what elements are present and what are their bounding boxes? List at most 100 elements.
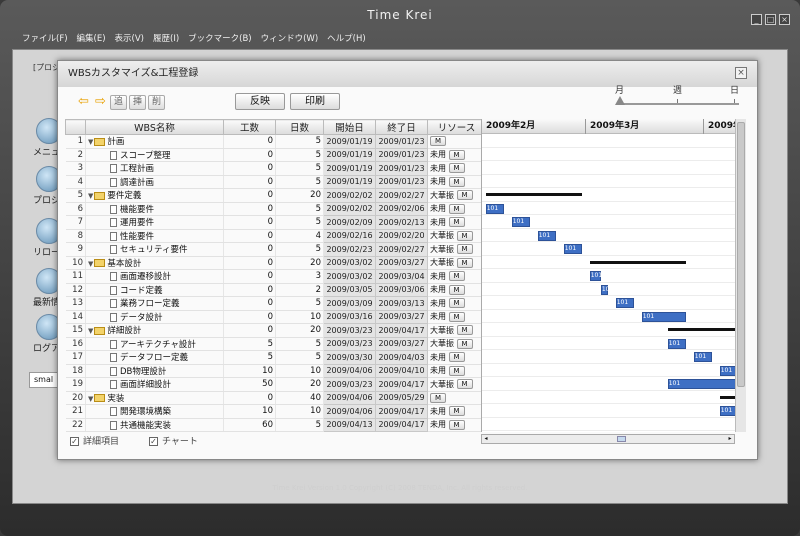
- end-date-cell[interactable]: 2009/03/04: [375, 269, 428, 284]
- gantt-summary-bar[interactable]: [667, 328, 735, 331]
- resource-button[interactable]: M: [456, 325, 473, 336]
- start-date-cell[interactable]: 2009/02/09: [323, 215, 376, 230]
- print-button[interactable]: 印刷: [290, 93, 340, 110]
- table-row[interactable]: 3 工程計画 0 5 2009/01/19 2009/01/23 未用 M: [65, 161, 486, 176]
- work-cell[interactable]: 60: [223, 418, 276, 432]
- resource-cell[interactable]: 未用 M: [427, 269, 486, 284]
- start-date-cell[interactable]: 2009/03/30: [323, 350, 376, 365]
- gantt-task-bar[interactable]: 101: [563, 244, 583, 254]
- table-row[interactable]: 15 ▼ 詳細設計 0 20 2009/03/23 2009/04/17 大華振 M: [65, 323, 486, 338]
- start-date-cell[interactable]: 2009/01/19: [323, 134, 376, 149]
- expand-icon[interactable]: ▼: [88, 260, 93, 268]
- work-cell[interactable]: 0: [223, 188, 276, 203]
- resource-cell[interactable]: 未用 M: [427, 215, 486, 230]
- horizontal-scrollbar[interactable]: ◂ ▸: [481, 434, 735, 444]
- end-date-cell[interactable]: 2009/03/27: [375, 255, 428, 270]
- col-resource[interactable]: リソース: [427, 119, 486, 135]
- days-cell[interactable]: 5: [275, 418, 324, 432]
- end-date-cell[interactable]: 2009/02/27: [375, 188, 428, 203]
- wbs-name-cell[interactable]: 運用要件: [85, 215, 224, 230]
- days-cell[interactable]: 40: [275, 391, 324, 405]
- gantt-task-bar[interactable]: 101: [641, 311, 687, 322]
- table-row[interactable]: 22 共通機能実装 60 5 2009/04/13 2009/04/17 未用 M: [65, 417, 486, 432]
- days-cell[interactable]: 5: [275, 202, 324, 216]
- resource-button[interactable]: M: [448, 149, 465, 160]
- end-date-cell[interactable]: 2009/03/27: [375, 336, 428, 351]
- days-cell[interactable]: 5: [275, 148, 324, 162]
- resource-cell[interactable]: 大華振 M: [427, 337, 486, 351]
- menu-view[interactable]: 表示(V): [115, 31, 144, 48]
- gantt-task-bar[interactable]: 101: [667, 338, 687, 349]
- days-cell[interactable]: 20: [275, 256, 324, 270]
- col-days[interactable]: 日数: [275, 119, 324, 135]
- wbs-name-cell[interactable]: コード定義: [85, 283, 224, 297]
- resource-cell[interactable]: 未用 M: [427, 202, 486, 216]
- days-cell[interactable]: 20: [275, 188, 324, 203]
- days-cell[interactable]: 5: [275, 242, 324, 257]
- arrow-right-icon[interactable]: ⇨: [93, 95, 108, 109]
- table-row[interactable]: 21 開発環境構築 10 10 2009/04/06 2009/04/17 未用 M: [65, 404, 486, 419]
- work-cell[interactable]: 0: [223, 175, 276, 189]
- days-cell[interactable]: 2: [275, 283, 324, 297]
- table-row[interactable]: 4 調達計画 0 5 2009/01/19 2009/01/23 未用 M: [65, 174, 486, 189]
- end-date-cell[interactable]: 2009/01/23: [375, 134, 428, 149]
- start-date-cell[interactable]: 2009/04/06: [323, 404, 376, 419]
- wbs-name-cell[interactable]: 工程計画: [85, 161, 224, 176]
- days-cell[interactable]: 10: [275, 364, 324, 378]
- gantt-summary-bar[interactable]: [719, 395, 735, 399]
- wbs-name-cell[interactable]: 業務フロー定義: [85, 296, 224, 311]
- resource-cell[interactable]: 未用 M: [427, 404, 486, 419]
- table-row[interactable]: 1 ▼ 計画 0 5 2009/01/19 2009/01/23 M: [65, 134, 486, 149]
- detail-items-checkbox[interactable]: ✓ 詳細項目: [70, 434, 119, 447]
- resource-cell[interactable]: 大華振 M: [427, 323, 486, 338]
- expand-icon[interactable]: ▼: [88, 192, 93, 200]
- gantt-task-bar[interactable]: 101: [719, 365, 735, 376]
- work-cell[interactable]: 0: [223, 269, 276, 284]
- gantt-summary-bar[interactable]: [485, 193, 583, 196]
- resource-cell[interactable]: 大華振 M: [427, 242, 486, 257]
- delete-button[interactable]: 削: [148, 94, 166, 110]
- end-date-cell[interactable]: 2009/04/17: [375, 417, 428, 432]
- menu-history[interactable]: 履歴(I): [153, 31, 179, 48]
- end-date-cell[interactable]: 2009/02/20: [375, 228, 428, 243]
- table-row[interactable]: 7 運用要件 0 5 2009/02/09 2009/02/13 未用 M: [65, 215, 486, 230]
- start-date-cell[interactable]: 2009/02/23: [323, 242, 376, 257]
- resource-button[interactable]: M: [448, 311, 465, 322]
- resource-button[interactable]: M: [448, 163, 465, 174]
- days-cell[interactable]: 5: [275, 215, 324, 230]
- gantt-task-bar[interactable]: 101: [537, 230, 557, 241]
- table-row[interactable]: 5 ▼ 要件定義 0 20 2009/02/02 2009/02/27 大華振 M: [65, 188, 486, 203]
- table-row[interactable]: 16 アーキテクチャ設計 5 5 2009/03/23 2009/03/27 大華振 M: [65, 336, 486, 351]
- end-date-cell[interactable]: 2009/04/10: [375, 363, 428, 378]
- wbs-name-cell[interactable]: ▼ 基本設計: [85, 256, 224, 270]
- work-cell[interactable]: 0: [223, 391, 276, 405]
- table-row[interactable]: 2 スコープ整理 0 5 2009/01/19 2009/01/23 未用 M: [65, 147, 486, 162]
- days-cell[interactable]: 10: [275, 404, 324, 419]
- wbs-name-cell[interactable]: 画面詳細設計: [85, 377, 224, 392]
- days-cell[interactable]: 5: [275, 161, 324, 176]
- days-cell[interactable]: 5: [275, 350, 324, 365]
- resource-cell[interactable]: 未用 M: [427, 161, 486, 176]
- gantt-task-bar[interactable]: 101: [693, 352, 713, 362]
- work-cell[interactable]: 0: [223, 310, 276, 324]
- work-cell[interactable]: 5: [223, 350, 276, 365]
- end-date-cell[interactable]: 2009/05/29: [375, 390, 428, 405]
- gantt-task-bar[interactable]: 101: [511, 217, 531, 227]
- expand-icon[interactable]: ▼: [88, 327, 93, 335]
- time-scale-slider[interactable]: 月 週 日: [613, 83, 743, 113]
- gantt-task-bar[interactable]: 101: [589, 271, 602, 281]
- resource-button[interactable]: M: [456, 244, 473, 255]
- start-date-cell[interactable]: 2009/02/16: [323, 228, 376, 243]
- resource-button[interactable]: M: [456, 230, 473, 241]
- wbs-name-cell[interactable]: 開発環境構築: [85, 404, 224, 419]
- end-date-cell[interactable]: 2009/04/17: [375, 377, 428, 392]
- gantt-summary-bar[interactable]: [589, 260, 687, 264]
- wbs-name-cell[interactable]: ▼ 計画: [85, 134, 224, 149]
- resource-cell[interactable]: 未用 M: [427, 310, 486, 324]
- wbs-name-cell[interactable]: スコープ整理: [85, 148, 224, 162]
- col-start[interactable]: 開始日: [323, 119, 376, 135]
- work-cell[interactable]: 10: [223, 364, 276, 378]
- minimize-icon[interactable]: _: [751, 14, 762, 25]
- resource-cell[interactable]: M: [427, 391, 486, 405]
- arrow-left-icon[interactable]: ⇦: [76, 95, 91, 109]
